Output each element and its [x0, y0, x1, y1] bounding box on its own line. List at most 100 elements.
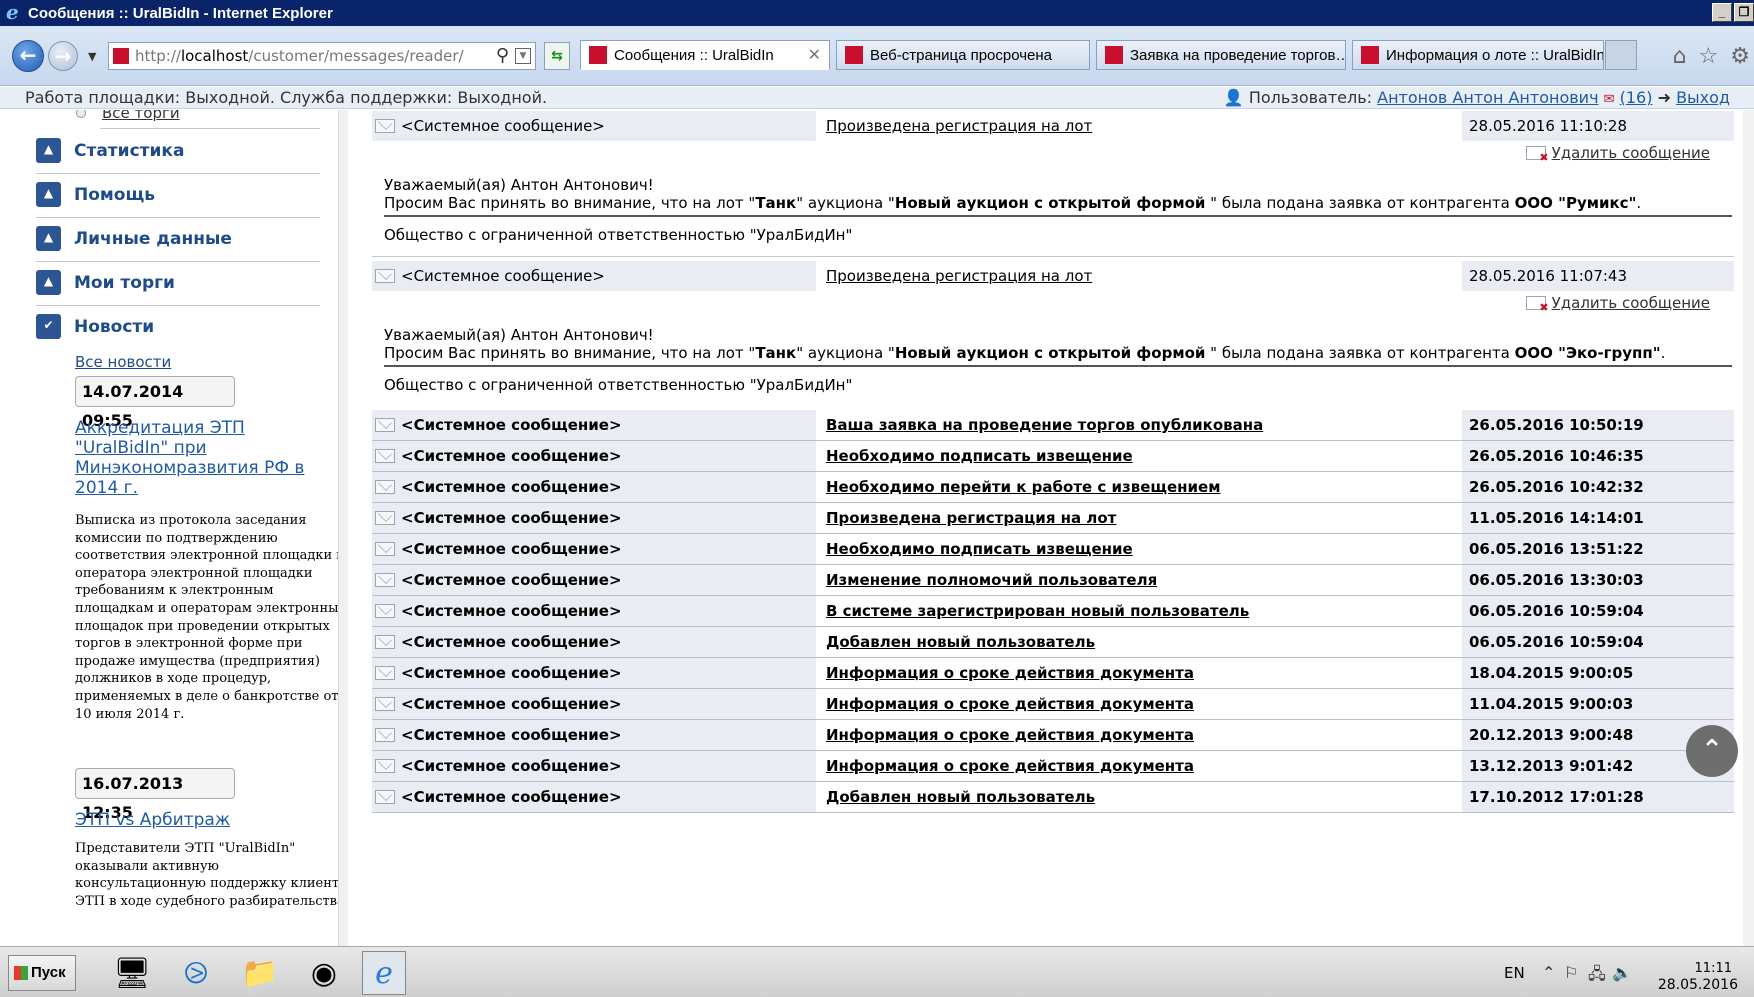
minimize-button[interactable]: _ [1712, 3, 1732, 22]
browser-navbar: ← → ▼ http://localhost/customer/messages… [0, 26, 1754, 86]
show-hidden-icons-icon[interactable]: ⌃ [1542, 963, 1555, 982]
window-titlebar: e Сообщения :: UralBidIn - Internet Expl… [0, 0, 1754, 26]
message-subject-link[interactable]: Необходимо подписать извещение [826, 447, 1133, 465]
message-row[interactable]: <Системное сообщение> Произведена регист… [372, 503, 1734, 534]
sidebar-item-my-auctions[interactable]: ▲ Мои торги [36, 262, 320, 306]
address-dropdown-icon[interactable]: ▼ [515, 48, 531, 64]
tab-label: Сообщения :: UralBidIn [614, 46, 774, 64]
tab-auction-request[interactable]: Заявка на проведение торгов… [1096, 40, 1346, 70]
message-subject-link[interactable]: Необходимо перейти к работе с извещением [826, 478, 1220, 496]
message-subject-link[interactable]: Информация о сроке действия документа [826, 757, 1194, 775]
home-icon[interactable]: ⌂ [1673, 44, 1687, 69]
message-row[interactable]: <Системное сообщение> В системе зарегист… [372, 596, 1734, 627]
ie-logo-icon: e [6, 0, 19, 24]
message-sender: <Системное сообщение> [401, 267, 605, 285]
back-button[interactable]: ← [12, 40, 44, 72]
search-icon[interactable]: ⚲ [496, 45, 509, 66]
message-subject-link[interactable]: Изменение полномочий пользователя [826, 571, 1157, 589]
favorites-star-icon[interactable]: ☆ [1699, 44, 1719, 69]
message-subject-link[interactable]: Необходимо подписать извещение [826, 540, 1133, 558]
message-date: 26.05.2016 10:50:19 [1469, 416, 1644, 434]
sidebar-item-news[interactable]: ✔ Новости [36, 306, 320, 350]
platform-status: Работа площадки: Выходной. Служба поддер… [25, 88, 548, 107]
new-tab-button[interactable] [1605, 40, 1637, 70]
action-center-flag-icon[interactable]: ⚐ [1564, 963, 1578, 982]
address-bar[interactable]: http://localhost/customer/messages/reade… [108, 42, 536, 70]
tab-expired-page[interactable]: Веб-страница просрочена [836, 40, 1090, 70]
message-subject-link[interactable]: Добавлен новый пользователь [826, 788, 1095, 806]
tab-lot-info[interactable]: Информация о лоте :: UralBidIn [1352, 40, 1604, 70]
tab-favicon-icon [1105, 46, 1123, 64]
radio-icon [76, 110, 86, 118]
page-scrollbar[interactable] [1743, 110, 1754, 946]
message-date: 06.05.2016 13:51:22 [1469, 540, 1644, 558]
volume-icon[interactable]: 🔈 [1612, 963, 1632, 982]
message-row[interactable]: <Системное сообщение> Добавлен новый пол… [372, 627, 1734, 658]
sidebar-item-statistics[interactable]: ▲ Статистика [36, 130, 320, 174]
message-row[interactable]: <Системное сообщение> Информация о сроке… [372, 658, 1734, 689]
message-subject-link[interactable]: Добавлен новый пользователь [826, 633, 1095, 651]
scroll-to-top-button[interactable]: ⌃ [1686, 725, 1738, 777]
check-icon: ✔ [36, 314, 61, 339]
all-news-link[interactable]: Все новости [75, 353, 171, 371]
message-subject-link[interactable]: Информация о сроке действия документа [826, 664, 1194, 682]
history-dropdown-icon[interactable]: ▼ [88, 50, 96, 63]
message-text-part: . [1636, 194, 1642, 212]
close-icon[interactable]: ✕ [808, 45, 821, 65]
sidebar-item-personal-data[interactable]: ▲ Личные данные [36, 218, 320, 262]
network-icon[interactable]: 🖧 [1588, 963, 1606, 990]
forward-button[interactable]: → [48, 41, 78, 71]
message-sender: <Системное сообщение> [401, 695, 622, 713]
message-row[interactable]: <Системное сообщение> Необходимо подписа… [372, 441, 1734, 472]
tab-messages[interactable]: Сообщения :: UralBidIn ✕ [580, 40, 830, 70]
all-auctions-radio[interactable]: Все торги [76, 110, 180, 122]
message-row[interactable]: <Системное сообщение> Произведена регист… [372, 111, 1734, 141]
user-name-link[interactable]: Антонов Антон Антонович [1377, 88, 1598, 107]
envelope-icon [375, 697, 395, 711]
restore-button[interactable]: ❐ [1734, 3, 1754, 22]
internet-explorer-icon[interactable]: e [362, 951, 406, 995]
message-subject-link[interactable]: Произведена регистрация на лот [826, 117, 1092, 135]
server-manager-icon[interactable]: 🖥 [110, 951, 154, 995]
message-sender: <Системное сообщение> [401, 540, 622, 558]
news-title-link[interactable]: ЭТП vs Арбитраж [75, 810, 315, 830]
explorer-folder-icon[interactable]: 📁 [238, 951, 282, 995]
message-row[interactable]: <Системное сообщение> Информация о сроке… [372, 689, 1734, 720]
start-button[interactable]: Пуск [8, 955, 76, 991]
message-row[interactable]: <Системное сообщение> Необходимо подписа… [372, 534, 1734, 565]
message-date: 17.10.2012 17:01:28 [1469, 788, 1644, 806]
message-row[interactable]: <Системное сообщение> Необходимо перейти… [372, 472, 1734, 503]
sidebar-item-help[interactable]: ▲ Помощь [36, 174, 320, 218]
message-row[interactable]: <Системное сообщение> Информация о сроке… [372, 720, 1734, 751]
chevron-up-icon: ▲ [36, 138, 61, 163]
settings-gear-icon[interactable]: ⚙ [1730, 44, 1750, 69]
message-subject-link[interactable]: Информация о сроке действия документа [826, 695, 1194, 713]
message-greeting: Уважаемый(ая) Антон Антонович! [384, 326, 654, 344]
mail-count-link[interactable]: (16) [1620, 88, 1653, 107]
envelope-icon [375, 418, 395, 432]
message-subject-link[interactable]: Информация о сроке действия документа [826, 726, 1194, 744]
language-indicator[interactable]: EN [1504, 964, 1525, 982]
message-row[interactable]: <Системное сообщение> Произведена регист… [372, 261, 1734, 291]
delete-message-label: Удалить сообщение [1551, 144, 1710, 162]
message-row[interactable]: <Системное сообщение> Изменение полномоч… [372, 565, 1734, 596]
news-title-link[interactable]: Аккредитация ЭТП "UralBidIn" при Минэкон… [75, 418, 315, 498]
delete-message-link[interactable]: Удалить сообщение [1525, 144, 1710, 164]
message-subject-link[interactable]: Ваша заявка на проведение торгов опублик… [826, 416, 1263, 434]
message-subject-link[interactable]: Произведена регистрация на лот [826, 267, 1092, 285]
message-subject-link[interactable]: В системе зарегистрирован новый пользова… [826, 602, 1249, 620]
message-text: Просим Вас принять во внимание, что на л… [384, 194, 1641, 212]
message-row[interactable]: <Системное сообщение> Ваша заявка на про… [372, 410, 1734, 441]
delete-message-link[interactable]: Удалить сообщение [1525, 294, 1710, 314]
company-name: ООО "Румикс" [1514, 194, 1637, 212]
message-subject-link[interactable]: Произведена регистрация на лот [826, 509, 1116, 527]
chevron-up-icon: ▲ [36, 270, 61, 295]
chrome-icon[interactable]: ◉ [302, 951, 346, 995]
refresh-button[interactable]: ⇆ [544, 42, 570, 70]
message-row[interactable]: <Системное сообщение> Информация о сроке… [372, 751, 1734, 782]
message-signature: Общество с ограниченной ответственностью… [384, 376, 853, 394]
powershell-icon[interactable]: ⧁ [174, 951, 218, 995]
message-signature: Общество с ограниченной ответственностью… [384, 226, 853, 244]
message-row[interactable]: <Системное сообщение> Добавлен новый пол… [372, 782, 1734, 813]
logout-link[interactable]: Выход [1676, 88, 1730, 107]
